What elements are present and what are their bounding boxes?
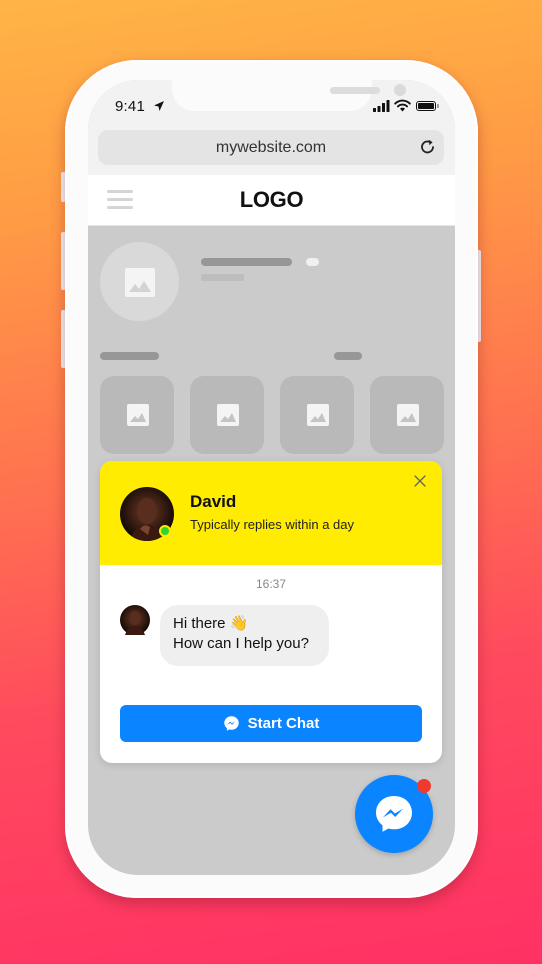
- url-text[interactable]: mywebsite.com: [98, 139, 444, 157]
- location-arrow-icon: [154, 101, 164, 111]
- placeholder-subtitle-line: [201, 274, 244, 281]
- wifi-icon: [394, 99, 411, 112]
- reload-icon[interactable]: [419, 138, 437, 156]
- message-line: How can I help you?: [173, 635, 309, 652]
- start-chat-button[interactable]: Start Chat: [120, 705, 422, 742]
- image-icon: [397, 404, 419, 426]
- speaker: [330, 87, 380, 94]
- placeholder-section-link: [334, 352, 362, 360]
- status-time: 9:41: [115, 98, 145, 115]
- placeholder-tile: [100, 376, 174, 454]
- address-bar[interactable]: mywebsite.com: [98, 130, 444, 165]
- site-logo[interactable]: LOGO: [88, 187, 455, 213]
- message-timestamp: 16:37: [255, 577, 287, 591]
- notch: [172, 80, 406, 111]
- placeholder-dot: [306, 258, 319, 266]
- start-chat-label: Start Chat: [247, 715, 320, 732]
- agent-name: David: [190, 492, 237, 511]
- image-icon: [127, 404, 149, 426]
- placeholder-avatar: [100, 242, 179, 321]
- site-header: LOGO: [88, 175, 455, 226]
- cellular-signal-icon: [373, 100, 390, 112]
- close-icon[interactable]: [413, 474, 427, 488]
- placeholder-tile: [190, 376, 264, 454]
- battery-tip: [437, 104, 439, 108]
- browser-top-bar: 9:41 mywebsite.com: [88, 80, 455, 175]
- image-icon: [307, 404, 329, 426]
- camera: [394, 84, 406, 96]
- image-icon: [217, 404, 239, 426]
- agent-reply-status: Typically replies within a day: [190, 517, 355, 532]
- chat-header: David Typically replies within a day: [100, 461, 442, 565]
- placeholder-section-label: [100, 352, 159, 360]
- chat-widget: David Typically replies within a day 16:…: [100, 461, 442, 763]
- message-bubble: Hi there 👋 How can I help you?: [160, 605, 329, 666]
- placeholder-title-line: [201, 258, 292, 266]
- battery-full-icon: [416, 101, 436, 111]
- notification-badge: [417, 779, 431, 793]
- message-line: Hi there 👋: [173, 615, 249, 632]
- messenger-icon: [223, 716, 239, 731]
- online-status-dot: [159, 525, 171, 537]
- placeholder-tile: [280, 376, 354, 454]
- image-icon: [125, 268, 155, 297]
- message-avatar: [120, 605, 150, 635]
- messenger-icon: [376, 796, 412, 832]
- placeholder-tile: [370, 376, 444, 454]
